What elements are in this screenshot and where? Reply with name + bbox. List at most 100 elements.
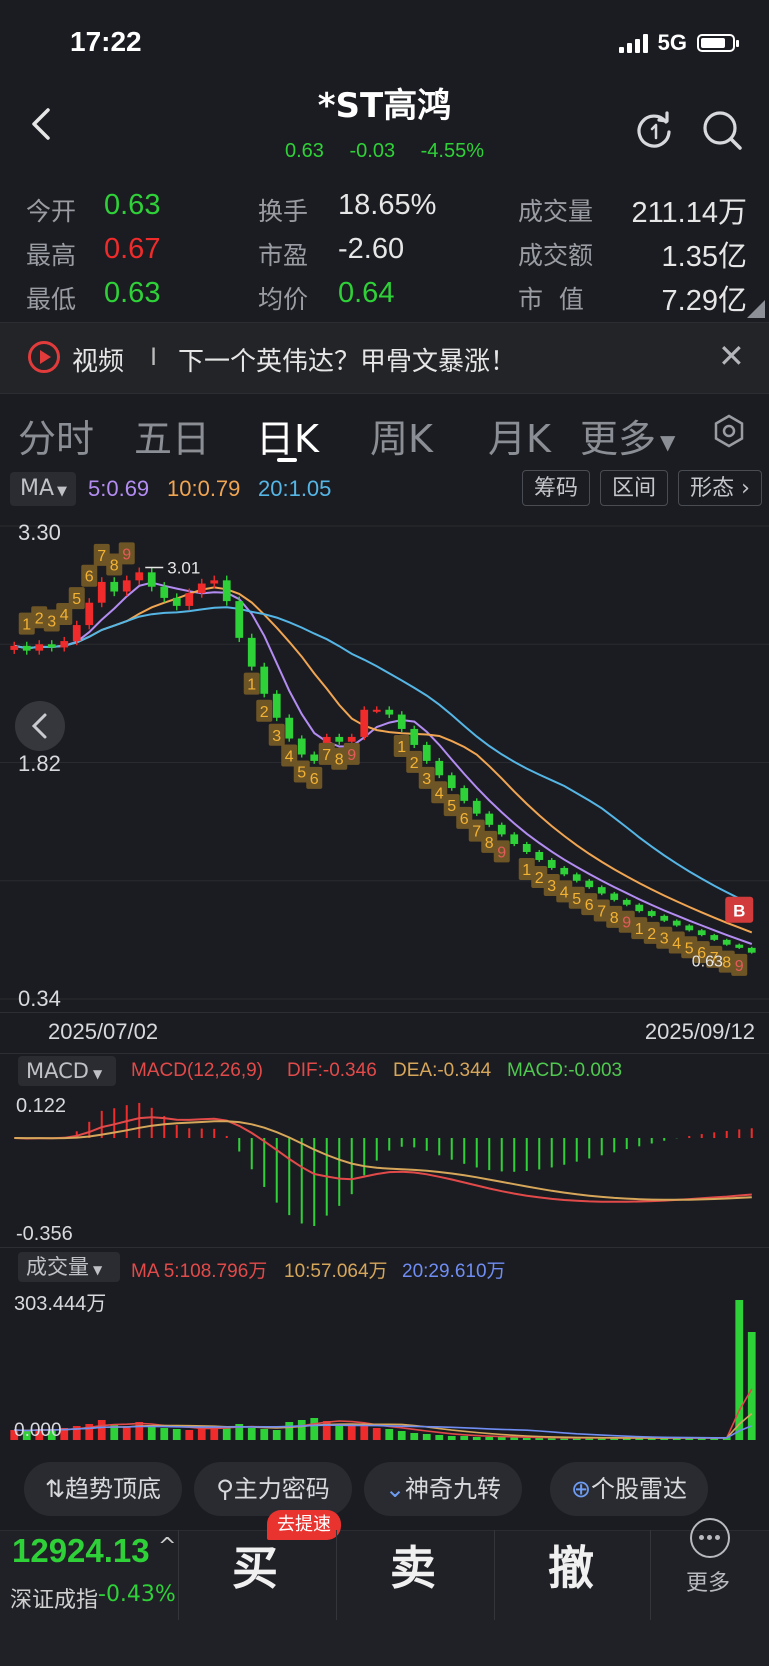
chips-button[interactable]: 筹码 <box>522 470 590 506</box>
volume-bar <box>197 1428 206 1440</box>
tab-daily-k[interactable]: 日K <box>256 408 319 463</box>
volume-bar <box>397 1431 406 1440</box>
index-value[interactable]: 12924.13 <box>12 1532 150 1570</box>
nine-turn-number: 4 <box>60 607 69 624</box>
volume-bar <box>260 1429 269 1440</box>
panel-divider <box>0 1247 769 1248</box>
nine-turn-number: 3 <box>660 931 669 948</box>
pattern-button-label: 形态 <box>690 476 735 501</box>
kline-chart[interactable]: 1 2 3 45678912345 67 8 9 1234567891 2 3 4 5 6 7 8 9 1 2 3 4… <box>0 512 769 1012</box>
pattern-button[interactable]: 形态 › <box>678 470 762 506</box>
candle <box>722 939 731 945</box>
mcap-value: 7.29亿 <box>661 285 747 317</box>
nine-turn-number: 8 <box>610 910 619 927</box>
candle <box>160 586 169 598</box>
nine-turn-number: 6 <box>310 771 319 788</box>
tab-monthly-k[interactable]: 月K <box>488 408 551 463</box>
nine-turn-number: 1 <box>397 739 406 756</box>
settings-icon[interactable] <box>712 414 746 448</box>
mcap-label: 市 值 <box>518 285 584 314</box>
nine-turn-number: 8 <box>485 835 494 852</box>
avg-label: 均价 <box>258 285 309 314</box>
ma-dropdown[interactable]: MA ▼ <box>10 472 76 506</box>
candle <box>560 867 569 875</box>
nine-turn-number: 9 <box>122 546 131 563</box>
stock-radar-label: 个股雷达 <box>591 1475 688 1503</box>
close-icon[interactable]: ✕ <box>718 337 745 375</box>
candle <box>10 645 19 650</box>
candle <box>272 693 281 718</box>
scroll-left-button[interactable] <box>15 701 65 751</box>
amount-label: 成交额 <box>518 241 594 270</box>
tab-five-day[interactable]: 五日 <box>134 408 210 463</box>
radar-icon: ⊕ <box>570 1475 592 1503</box>
y-mid-label: 1.82 <box>18 751 61 776</box>
candle <box>347 736 356 742</box>
low-value: 0.63 <box>104 277 161 309</box>
candle <box>497 824 506 835</box>
macd-params: MACD(12,26,9) <box>131 1060 263 1081</box>
volume-bar <box>435 1435 444 1440</box>
stock-radar-button[interactable]: ⊕个股雷达 <box>550 1462 708 1516</box>
expand-quote-icon[interactable] <box>747 300 765 318</box>
macd-chart[interactable]: 0.122 -0.356 <box>0 1090 769 1250</box>
nine-turn-number: 3 <box>547 878 556 895</box>
divider <box>336 1530 337 1620</box>
nine-turn-number: 5 <box>572 891 581 908</box>
candle <box>197 583 206 594</box>
price-change-pct: -4.55% <box>420 140 485 162</box>
cancel-order-button[interactable]: 撤 <box>548 1532 594 1598</box>
macd-dropdown[interactable]: MACD ▼ <box>18 1056 116 1086</box>
nine-turn-number: 9 <box>735 958 744 975</box>
nine-turn-number: 2 <box>35 610 44 627</box>
magic-nine-button[interactable]: ⌄神奇九转 <box>364 1462 522 1516</box>
candle <box>422 744 431 761</box>
buy-button[interactable]: 买 <box>232 1532 278 1598</box>
candle <box>460 788 469 801</box>
volume-bar <box>160 1428 169 1440</box>
pe-value: -2.60 <box>338 233 405 265</box>
tab-intraday[interactable]: 分时 <box>18 408 94 463</box>
open-value: 0.63 <box>104 189 161 221</box>
more-label[interactable]: 更多 <box>686 1565 730 1597</box>
high-label: 最高 <box>26 241 77 270</box>
candle <box>310 754 319 761</box>
refresh-icon[interactable] <box>632 108 676 152</box>
turnover-value: 18.65% <box>338 189 437 221</box>
trend-top-bottom-button[interactable]: ⇅趋势顶底 <box>24 1462 182 1516</box>
main-force-code-label: 主力密码 <box>233 1475 330 1503</box>
macd-lines <box>14 1116 752 1203</box>
sell-button[interactable]: 卖 <box>390 1532 436 1598</box>
candle <box>647 911 656 916</box>
nine-turn-number: 6 <box>585 897 594 914</box>
nine-turn-label: 9 <box>731 953 748 976</box>
nine-turn-number: 7 <box>472 824 481 841</box>
range-button[interactable]: 区间 <box>600 470 668 506</box>
candle <box>622 899 631 905</box>
candle <box>672 920 681 926</box>
search-icon[interactable] <box>700 108 744 152</box>
speedup-badge[interactable]: 去提速 <box>267 1510 341 1540</box>
chevron-up-icon[interactable]: ^ <box>158 1534 176 1559</box>
volume-bar <box>172 1429 181 1440</box>
tab-more[interactable]: 更多 ▼ <box>580 408 675 463</box>
video-banner[interactable]: 视频 I 下一个英伟达？甲骨文暴涨！ ✕ <box>0 322 769 394</box>
volume-bar <box>422 1434 431 1440</box>
candle <box>135 572 144 581</box>
volume-bar <box>272 1430 281 1440</box>
candle <box>747 947 756 953</box>
volume-dropdown[interactable]: 成交量 ▼ <box>18 1252 120 1282</box>
candle <box>735 944 744 948</box>
nine-turn-number: 6 <box>460 811 469 828</box>
volume-bar <box>447 1436 456 1440</box>
main-force-code-button[interactable]: ⚲主力密码 <box>194 1462 352 1516</box>
ma20-line <box>14 606 753 906</box>
tab-weekly-k[interactable]: 周K <box>370 408 433 463</box>
volume-chart[interactable]: 303.444万 0.000 <box>0 1284 769 1446</box>
turnover-label: 换手 <box>258 197 309 226</box>
nine-turn-number: 9 <box>347 747 356 764</box>
more-icon[interactable] <box>690 1518 730 1558</box>
volume-bar <box>147 1427 156 1440</box>
nine-turn-number: 7 <box>322 747 331 764</box>
open-label: 今开 <box>26 197 77 226</box>
